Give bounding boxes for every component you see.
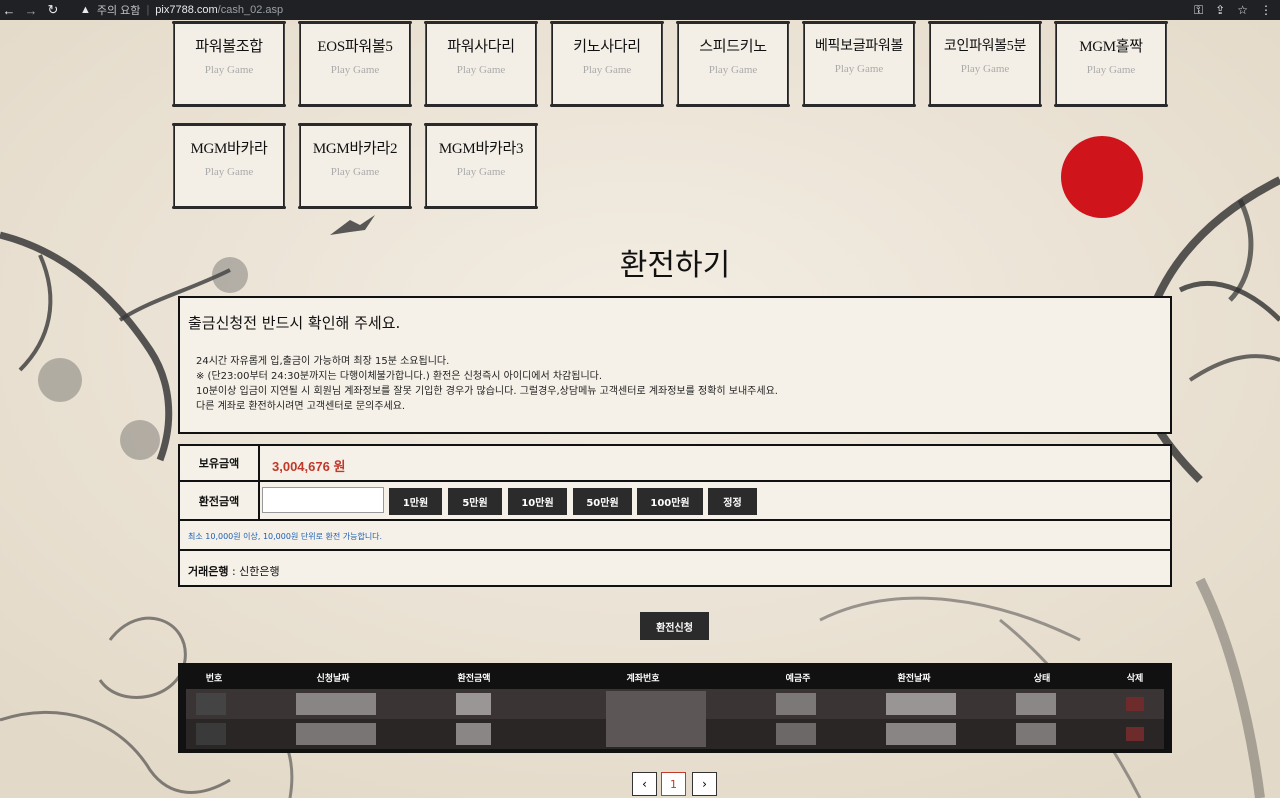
withdrawal-notice: 출금신청전 반드시 확인해 주세요. 24시간 자유롭게 입,출금이 가능하며 …: [178, 296, 1172, 434]
game-tile-speed-keno[interactable]: 스피드키노 Play Game: [676, 21, 790, 107]
table-header: 번호 신청날짜 환전금액 계좌번호 예금주 환전날짜 상태 삭제: [178, 663, 1172, 689]
column-header: 번호: [205, 674, 223, 684]
column-header: 계좌번호: [626, 674, 660, 684]
exchange-form: 보유금액 3,004,676 원 환전금액 1만원 5만원 10만원 50만원 …: [178, 444, 1172, 587]
play-game-label: Play Game: [960, 63, 1010, 75]
add-1m-button[interactable]: 100만원: [637, 488, 703, 515]
notice-line: 다른 계좌로 환전하시려면 고객센터로 문의주세요.: [196, 401, 406, 412]
play-game-label: Play Game: [204, 166, 254, 178]
notice-line: 10분이상 입금이 지연될 시 회원님 계좌정보를 잘못 기입한 경우가 많습니…: [196, 386, 778, 397]
hint-row: 최소 10,000원 이상, 10,000원 단위로 환전 가능합니다.: [180, 521, 1170, 551]
menu-dots-icon[interactable]: ⋮: [1260, 3, 1272, 17]
browser-toolbar: ← → ↻ ▲ 주의 요함 | pix7788.com /cash_02.asp…: [0, 0, 1280, 20]
column-header: 상태: [1033, 674, 1051, 684]
play-game-label: Play Game: [1086, 64, 1136, 76]
warning-icon[interactable]: ▲: [80, 4, 91, 16]
add-50k-button[interactable]: 5만원: [448, 488, 502, 515]
minimum-amount-hint: 최소 10,000원 이상, 10,000원 단위로 환전 가능합니다.: [188, 532, 383, 541]
exchange-history-table: 번호 신청날짜 환전금액 계좌번호 예금주 환전날짜 상태 삭제: [178, 663, 1172, 753]
column-header: 예금주: [785, 674, 811, 684]
url-divider: |: [146, 4, 150, 16]
balance-row: 보유금액 3,004,676 원: [180, 446, 1170, 482]
submit-exchange-button[interactable]: 환전신청: [640, 612, 709, 640]
url-path[interactable]: /cash_02.asp: [218, 4, 283, 16]
pixelated-table-rows: [186, 689, 1164, 749]
game-name: 파워사다리: [447, 39, 515, 55]
game-tile-mgm-baccarat3[interactable]: MGM바카라3 Play Game: [424, 123, 538, 209]
bank-value: : 신한은행: [228, 565, 280, 578]
game-name: MGM바카라: [190, 141, 268, 157]
play-game-label: Play Game: [582, 64, 632, 76]
back-icon[interactable]: ←: [0, 3, 18, 18]
game-tile-mgm-baccarat2[interactable]: MGM바카라2 Play Game: [298, 123, 412, 209]
star-icon[interactable]: ☆: [1237, 3, 1248, 17]
bank-label: 거래은행: [188, 565, 229, 578]
game-name: 스피드키노: [699, 39, 767, 55]
forward-icon[interactable]: →: [22, 3, 40, 18]
play-game-label: Play Game: [834, 63, 884, 75]
notice-heading: 출금신청전 반드시 확인해 주세요.: [188, 314, 401, 332]
game-tile-keno-ladder[interactable]: 키노사다리 Play Game: [550, 21, 664, 107]
game-name: EOS파워볼5: [317, 39, 393, 55]
game-name: MGM바카라2: [312, 141, 398, 157]
share-icon[interactable]: ⇪: [1215, 3, 1225, 17]
game-name: 코인파워볼5분: [943, 39, 1027, 54]
amount-input[interactable]: [262, 487, 384, 513]
add-500k-button[interactable]: 50만원: [573, 488, 632, 515]
play-game-label: Play Game: [708, 64, 758, 76]
add-100k-button[interactable]: 10만원: [508, 488, 567, 515]
page-1-button[interactable]: 1: [661, 772, 686, 796]
game-name: 키노사다리: [573, 39, 641, 55]
url-host[interactable]: pix7788.com: [155, 4, 217, 16]
play-game-label: Play Game: [456, 64, 506, 76]
game-tile-powerball-combo[interactable]: 파워볼조합 Play Game: [172, 21, 286, 107]
game-tile-mgm-odd-even[interactable]: MGM홀짝 Play Game: [1054, 21, 1168, 107]
game-tile-power-ladder[interactable]: 파워사다리 Play Game: [424, 21, 538, 107]
balance-label: 보유금액: [180, 446, 260, 480]
reset-amount-button[interactable]: 정정: [708, 488, 757, 515]
reload-icon[interactable]: ↻: [44, 2, 62, 18]
amount-label: 환전금액: [180, 482, 260, 519]
game-name: 베픽보글파워볼: [814, 39, 904, 54]
column-header: 삭제: [1126, 674, 1144, 684]
add-10k-button[interactable]: 1만원: [389, 488, 442, 515]
game-tile-coin-powerball5[interactable]: 코인파워볼5분 Play Game: [928, 21, 1042, 107]
next-page-button[interactable]: ›: [692, 772, 717, 796]
play-game-label: Play Game: [330, 166, 380, 178]
game-tile-bepick-bogle-powerball[interactable]: 베픽보글파워볼 Play Game: [802, 21, 916, 107]
play-game-label: Play Game: [204, 64, 254, 76]
game-tile-mgm-baccarat[interactable]: MGM바카라 Play Game: [172, 123, 286, 209]
amount-row: 환전금액 1만원 5만원 10만원 50만원 100만원 정정: [180, 482, 1170, 521]
security-warning-text[interactable]: 주의 요함: [97, 2, 141, 18]
prev-page-button[interactable]: ‹: [632, 772, 657, 796]
game-name: MGM바카라3: [438, 141, 524, 157]
column-header: 신청날짜: [316, 674, 350, 684]
notice-line: ※ (단23:00부터 24:30분까지는 다행이체불가합니다.) 환전은 신청…: [196, 371, 603, 382]
column-header: 환전날짜: [897, 674, 931, 684]
balance-value: 3,004,676 원: [272, 459, 346, 474]
red-sun-icon: [1061, 136, 1143, 218]
game-tile-eos-powerball5[interactable]: EOS파워볼5 Play Game: [298, 21, 412, 107]
game-name: MGM홀짝: [1079, 39, 1143, 55]
bank-row: 거래은행 : 신한은행: [180, 551, 1170, 585]
play-game-label: Play Game: [456, 166, 506, 178]
game-name: 파워볼조합: [195, 39, 263, 55]
page-title: 환전하기: [619, 248, 731, 283]
column-header: 환전금액: [457, 674, 491, 684]
bank-info: 거래은행 : 신한은행: [188, 563, 280, 579]
notice-line: 24시간 자유롭게 입,출금이 가능하며 최장 15분 소요됩니다.: [196, 356, 450, 367]
notice-lines: 24시간 자유롭게 입,출금이 가능하며 최장 15분 소요됩니다. ※ (단2…: [196, 354, 778, 414]
play-game-label: Play Game: [330, 64, 380, 76]
key-icon[interactable]: ⚿: [1194, 3, 1203, 18]
